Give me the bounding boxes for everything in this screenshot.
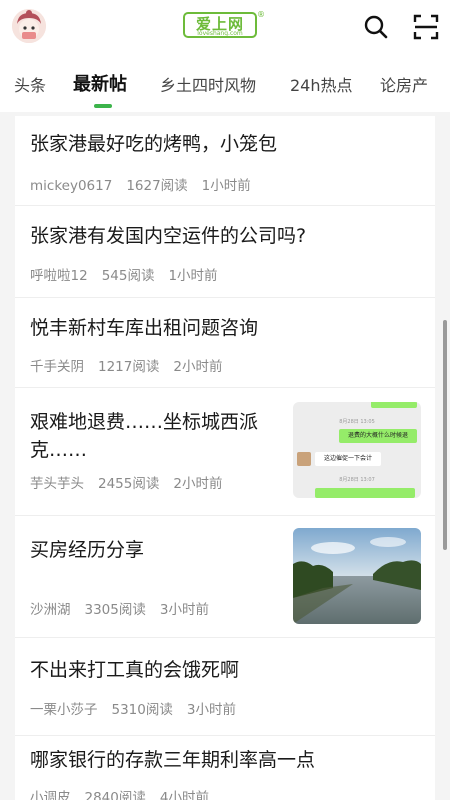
post-time: 1小时前: [201, 178, 251, 194]
post-time: 1小时前: [168, 268, 218, 284]
post-time: 3小时前: [159, 602, 209, 618]
post-author: 沙洲湖: [30, 602, 71, 618]
post-item[interactable]: 哪家银行的存款三年期利率高一点 小调皮 2840阅读 4小时前: [15, 736, 435, 800]
river-photo-thumbnail[interactable]: [293, 528, 421, 624]
post-title[interactable]: 哪家银行的存款三年期利率高一点: [30, 746, 315, 774]
post-title[interactable]: 不出来打工真的会饿死啊: [30, 656, 239, 684]
tab-fade-edge: [0, 52, 18, 112]
app-header: 爱上网 loveshang.com ®: [0, 0, 450, 52]
chat-bubble-received: 这边催促一下会计: [315, 452, 381, 466]
app-logo: 爱上网 loveshang.com ®: [183, 10, 265, 42]
post-item[interactable]: 买房经历分享 沙洲湖 3305阅读 3小时前: [15, 516, 435, 638]
post-item[interactable]: 张家港最好吃的烤鸭，小笼包 mickey0617 1627阅读 1小时前: [15, 116, 435, 206]
post-time: 2小时前: [173, 476, 223, 492]
post-meta: 芋头芋头 2455阅读 2小时前: [30, 472, 236, 492]
chat-date: 8月28日 13:07: [339, 477, 375, 483]
scan-icon[interactable]: [412, 13, 440, 41]
chat-date: 8月28日 13:05: [339, 419, 375, 425]
post-time: 4小时前: [159, 790, 209, 800]
post-reads: 2840阅读: [84, 790, 146, 800]
tab-latest-posts[interactable]: 最新帖: [73, 70, 127, 96]
logo-domain: loveshang.com: [197, 30, 243, 37]
post-item[interactable]: 张家港有发国内空运件的公司吗? 呼啦啦12 545阅读 1小时前: [15, 206, 435, 298]
post-item[interactable]: 艰难地退费……坐标城西派克…… 芋头芋头 2455阅读 2小时前 8月28日 13:…: [15, 388, 435, 516]
post-time: 2小时前: [173, 359, 223, 375]
post-meta: 一栗小莎子 5310阅读 3小时前: [30, 698, 250, 718]
post-author: 芋头芋头: [30, 476, 84, 492]
post-title[interactable]: 艰难地退费……坐标城西派克……: [30, 408, 280, 464]
post-meta: 呼啦啦12 545阅读 1小时前: [30, 264, 232, 284]
post-reads: 1217阅读: [98, 359, 160, 375]
post-meta: mickey0617 1627阅读 1小时前: [30, 174, 265, 194]
post-reads: 5310阅读: [111, 702, 173, 718]
post-title[interactable]: 悦丰新村车库出租问题咨询: [30, 314, 258, 342]
chat-avatar: [297, 452, 311, 466]
post-item[interactable]: 不出来打工真的会饿死啊 一栗小莎子 5310阅读 3小时前: [15, 638, 435, 736]
post-reads: 2455阅读: [98, 476, 160, 492]
tab-real-estate[interactable]: 论房产: [380, 72, 428, 96]
post-meta: 沙洲湖 3305阅读 3小时前: [30, 598, 223, 618]
feed-scrollbar[interactable]: [443, 320, 447, 550]
post-title[interactable]: 张家港最好吃的烤鸭，小笼包: [30, 130, 277, 158]
post-author: 千手关阴: [30, 359, 84, 375]
post-title[interactable]: 张家港有发国内空运件的公司吗?: [30, 222, 306, 250]
channel-tabs: 头条 最新帖 乡土四时风物 24h热点 论房产: [0, 52, 450, 112]
post-author: 小调皮: [30, 790, 71, 800]
post-meta: 小调皮 2840阅读 4小时前: [30, 786, 223, 800]
post-reads: 545阅读: [101, 268, 155, 284]
tab-headlines[interactable]: 头条: [14, 72, 46, 96]
post-author: 一栗小莎子: [30, 702, 98, 718]
search-icon[interactable]: [363, 14, 389, 40]
chat-bubble-sent: 退费的大概什么时候退: [339, 429, 417, 443]
post-reads: 3305阅读: [84, 602, 146, 618]
active-tab-indicator: [94, 104, 112, 108]
chat-screenshot-thumbnail[interactable]: 8月28日 13:05 退费的大概什么时候退 这边催促一下会计 8月28日 13…: [293, 402, 421, 498]
post-item[interactable]: 悦丰新村车库出租问题咨询 千手关阴 1217阅读 2小时前: [15, 298, 435, 388]
post-feed[interactable]: 张家港最好吃的烤鸭，小笼包 mickey0617 1627阅读 1小时前 张家港有发…: [15, 116, 435, 800]
post-reads: 1627阅读: [126, 178, 188, 194]
tab-local-customs[interactable]: 乡土四时风物: [160, 72, 256, 96]
tab-24h-hot[interactable]: 24h热点: [290, 72, 353, 96]
post-author: 呼啦啦12: [30, 268, 88, 284]
user-avatar[interactable]: [12, 9, 46, 43]
post-time: 3小时前: [186, 702, 236, 718]
post-author: mickey0617: [30, 178, 113, 194]
logo-registered-mark: ®: [257, 10, 265, 19]
post-title[interactable]: 买房经历分享: [30, 536, 144, 564]
post-meta: 千手关阴 1217阅读 2小时前: [30, 355, 236, 375]
